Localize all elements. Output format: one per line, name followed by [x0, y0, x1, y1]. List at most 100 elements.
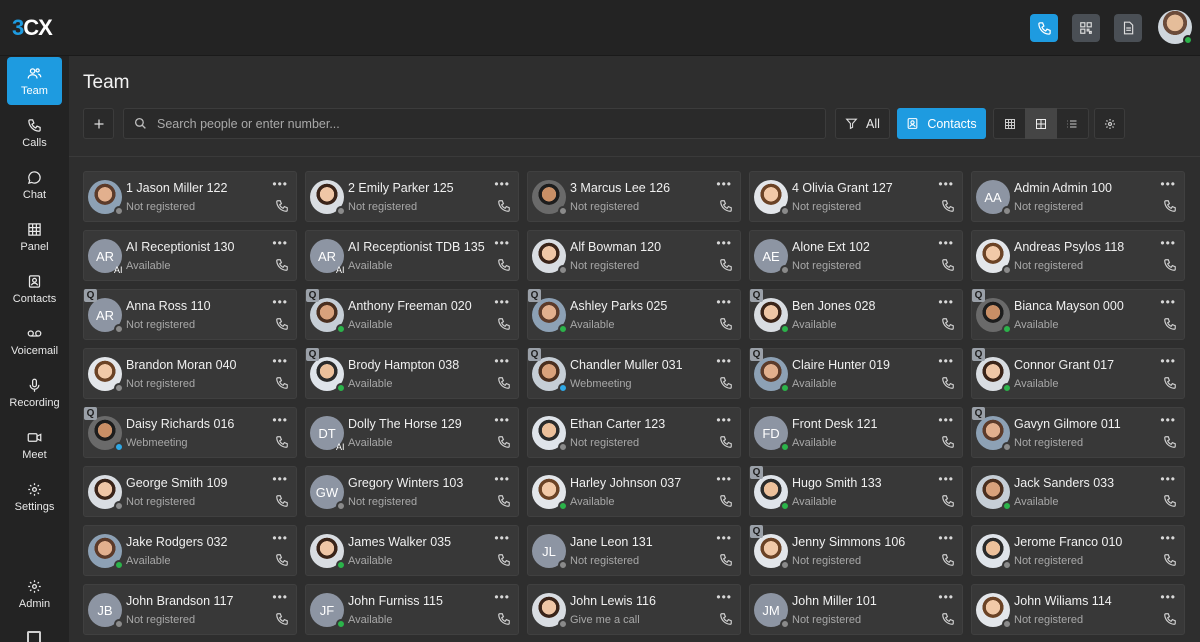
- contact-card[interactable]: Q Anthony Freeman 020 Available •••: [305, 289, 519, 340]
- contact-card[interactable]: AA Admin Admin 100 Not registered •••: [971, 171, 1185, 222]
- filter-button[interactable]: All: [835, 108, 890, 139]
- more-options-icon[interactable]: •••: [938, 295, 954, 309]
- more-options-icon[interactable]: •••: [938, 531, 954, 545]
- more-options-icon[interactable]: •••: [716, 295, 732, 309]
- phone-icon[interactable]: [941, 435, 955, 449]
- phone-icon[interactable]: [941, 258, 955, 272]
- more-options-icon[interactable]: •••: [1160, 590, 1176, 604]
- qr-code-button[interactable]: [1072, 14, 1100, 42]
- small-grid-view-button[interactable]: [1025, 108, 1057, 139]
- phone-icon[interactable]: [497, 494, 511, 508]
- more-options-icon[interactable]: •••: [1160, 531, 1176, 545]
- phone-icon[interactable]: [275, 553, 289, 567]
- sidebar-item-meet[interactable]: Meet: [7, 421, 62, 469]
- contact-card[interactable]: 1 Jason Miller 122 Not registered •••: [83, 171, 297, 222]
- more-options-icon[interactable]: •••: [494, 590, 510, 604]
- phone-icon[interactable]: [1163, 199, 1177, 213]
- sidebar-item-voicemail[interactable]: Voicemail: [7, 317, 62, 365]
- contact-card[interactable]: Alf Bowman 120 Not registered •••: [527, 230, 741, 281]
- sidebar-item-panel[interactable]: Panel: [7, 213, 62, 261]
- contact-card[interactable]: Jake Rodgers 032 Available •••: [83, 525, 297, 576]
- contact-card[interactable]: JF John Furniss 115 Available •••: [305, 584, 519, 635]
- contact-card[interactable]: Andreas Psylos 118 Not registered •••: [971, 230, 1185, 281]
- phone-icon[interactable]: [1163, 494, 1177, 508]
- contact-card[interactable]: John Wiliams 114 Not registered •••: [971, 584, 1185, 635]
- contact-card[interactable]: Q Jenny Simmons 106 Not registered •••: [749, 525, 963, 576]
- more-options-icon[interactable]: •••: [716, 413, 732, 427]
- phone-icon[interactable]: [1163, 376, 1177, 390]
- contact-card[interactable]: Q Bianca Mayson 000 Available •••: [971, 289, 1185, 340]
- more-options-icon[interactable]: •••: [938, 236, 954, 250]
- more-options-icon[interactable]: •••: [1160, 236, 1176, 250]
- contact-card[interactable]: Q Claire Hunter 019 Available •••: [749, 348, 963, 399]
- phone-icon[interactable]: [941, 612, 955, 626]
- more-options-icon[interactable]: •••: [716, 590, 732, 604]
- contact-card[interactable]: 2 Emily Parker 125 Not registered •••: [305, 171, 519, 222]
- contact-card[interactable]: Q Chandler Muller 031 Webmeeting •••: [527, 348, 741, 399]
- phone-icon[interactable]: [1163, 435, 1177, 449]
- more-options-icon[interactable]: •••: [1160, 354, 1176, 368]
- phone-icon[interactable]: [497, 199, 511, 213]
- phone-icon[interactable]: [497, 553, 511, 567]
- more-options-icon[interactable]: •••: [494, 177, 510, 191]
- contact-card[interactable]: JL Jane Leon 131 Not registered •••: [527, 525, 741, 576]
- more-options-icon[interactable]: •••: [272, 236, 288, 250]
- phone-icon[interactable]: [275, 435, 289, 449]
- more-options-icon[interactable]: •••: [494, 413, 510, 427]
- sidebar-item-chat[interactable]: Chat: [7, 161, 62, 209]
- contact-card[interactable]: Q Gavyn Gilmore 011 Not registered •••: [971, 407, 1185, 458]
- contact-card[interactable]: Brandon Moran 040 Not registered •••: [83, 348, 297, 399]
- sidebar-item-team[interactable]: Team: [7, 57, 62, 105]
- contact-card[interactable]: 4 Olivia Grant 127 Not registered •••: [749, 171, 963, 222]
- more-options-icon[interactable]: •••: [716, 472, 732, 486]
- large-grid-view-button[interactable]: [994, 108, 1025, 139]
- phone-icon[interactable]: [719, 376, 733, 390]
- contact-card[interactable]: JM John Miller 101 Not registered •••: [749, 584, 963, 635]
- contact-card[interactable]: Jack Sanders 033 Available •••: [971, 466, 1185, 517]
- contact-card[interactable]: AR AI AI Receptionist TDB 135 Available •••: [305, 230, 519, 281]
- phone-icon[interactable]: [275, 494, 289, 508]
- contact-card[interactable]: AR Q Anna Ross 110 Not registered •••: [83, 289, 297, 340]
- more-options-icon[interactable]: •••: [938, 413, 954, 427]
- phone-icon[interactable]: [497, 435, 511, 449]
- contact-card[interactable]: Q Ben Jones 028 Available •••: [749, 289, 963, 340]
- contact-card[interactable]: John Lewis 116 Give me a call •••: [527, 584, 741, 635]
- contact-card[interactable]: AE Alone Ext 102 Not registered •••: [749, 230, 963, 281]
- sidebar-item-contacts[interactable]: Contacts: [7, 265, 62, 313]
- contact-card[interactable]: DT AI Dolly The Horse 129 Available •••: [305, 407, 519, 458]
- phone-icon[interactable]: [941, 199, 955, 213]
- contact-card[interactable]: Harley Johnson 037 Available •••: [527, 466, 741, 517]
- contact-card[interactable]: James Walker 035 Available •••: [305, 525, 519, 576]
- contact-card[interactable]: Q Brody Hampton 038 Available •••: [305, 348, 519, 399]
- more-options-icon[interactable]: •••: [272, 295, 288, 309]
- contact-card[interactable]: JB John Brandson 117 Not registered •••: [83, 584, 297, 635]
- view-settings-button[interactable]: [1094, 108, 1125, 139]
- contact-card[interactable]: Q Ashley Parks 025 Available •••: [527, 289, 741, 340]
- sidebar-item-settings[interactable]: Settings: [7, 473, 62, 521]
- more-options-icon[interactable]: •••: [272, 354, 288, 368]
- phone-icon[interactable]: [497, 258, 511, 272]
- more-options-icon[interactable]: •••: [938, 354, 954, 368]
- contact-card[interactable]: Q Daisy Richards 016 Webmeeting •••: [83, 407, 297, 458]
- more-options-icon[interactable]: •••: [1160, 177, 1176, 191]
- contact-card[interactable]: Ethan Carter 123 Not registered •••: [527, 407, 741, 458]
- more-options-icon[interactable]: •••: [494, 236, 510, 250]
- contact-card[interactable]: 3 Marcus Lee 126 Not registered •••: [527, 171, 741, 222]
- add-button[interactable]: [83, 108, 114, 139]
- phone-icon[interactable]: [719, 612, 733, 626]
- phone-icon[interactable]: [941, 317, 955, 331]
- phone-icon[interactable]: [275, 199, 289, 213]
- phone-button[interactable]: [1030, 14, 1058, 42]
- phone-icon[interactable]: [719, 494, 733, 508]
- more-options-icon[interactable]: •••: [938, 590, 954, 604]
- sidebar-item-recording[interactable]: Recording: [7, 369, 62, 417]
- more-options-icon[interactable]: •••: [938, 177, 954, 191]
- phone-icon[interactable]: [719, 553, 733, 567]
- phone-icon[interactable]: [1163, 317, 1177, 331]
- more-options-icon[interactable]: •••: [716, 236, 732, 250]
- more-options-icon[interactable]: •••: [716, 177, 732, 191]
- more-options-icon[interactable]: •••: [1160, 295, 1176, 309]
- more-options-icon[interactable]: •••: [272, 472, 288, 486]
- more-options-icon[interactable]: •••: [494, 531, 510, 545]
- calendar-icon[interactable]: [27, 631, 41, 642]
